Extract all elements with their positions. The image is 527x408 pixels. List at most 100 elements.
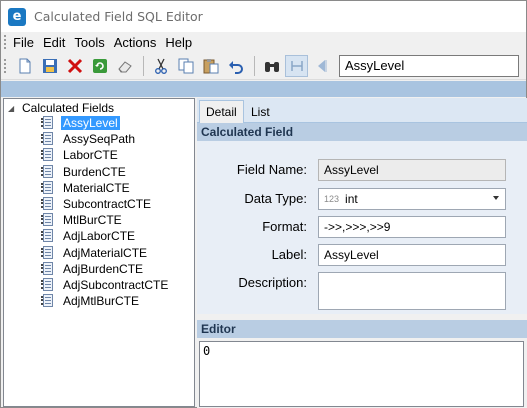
tree-item[interactable]: LaborCTE: [41, 147, 170, 163]
field-name-row: Field Name: AssyLevel: [197, 159, 527, 181]
format-label: Format:: [262, 219, 307, 234]
copy-icon: [178, 58, 193, 73]
find-button[interactable]: [260, 55, 283, 77]
calculated-field-icon: [41, 180, 54, 195]
label-input[interactable]: AssyLevel: [318, 244, 506, 266]
description-textarea[interactable]: [318, 272, 506, 310]
delete-button[interactable]: [63, 55, 86, 77]
tab-detail[interactable]: Detail: [199, 100, 244, 123]
detail-form: Field Name: AssyLevel Data Type: 123 int…: [197, 141, 527, 314]
description-label: Description:: [238, 275, 307, 290]
tree-list: AssyLevel AssySeqPath LaborCTE BurdenCTE Mat…: [41, 115, 170, 309]
new-document-icon: [19, 58, 30, 73]
tree-item[interactable]: AdjMaterialCTE: [41, 245, 170, 261]
calculated-field-icon: [41, 261, 54, 276]
toolbar-separator: [143, 55, 144, 76]
find-next-icon: [290, 60, 303, 71]
toolbar: AssyLevel: [1, 52, 526, 80]
tree-item-label: AdjBurdenCTE: [63, 261, 144, 276]
data-type-value: int: [345, 192, 358, 206]
editor-header: Editor: [197, 320, 527, 338]
tree-item[interactable]: MtlBurCTE: [41, 212, 170, 228]
title-bar: e Calculated Field SQL Editor: [1, 1, 526, 32]
tree-item-label: AdjMtlBurCTE: [63, 294, 140, 309]
field-selector-input[interactable]: AssyLevel: [339, 54, 519, 77]
copy-button[interactable]: [174, 55, 197, 77]
tree-item-label: AssyLevel: [61, 116, 120, 131]
calculated-field-icon: [41, 229, 54, 243]
field-name-label: Field Name:: [236, 162, 307, 177]
tree-item-label: AdjMaterialCTE: [63, 245, 148, 260]
app-logo-icon: e: [8, 7, 26, 26]
toolbar-grip-icon[interactable]: [4, 58, 7, 73]
menu-edit[interactable]: Edit: [43, 35, 65, 50]
undo-icon: [228, 60, 243, 74]
data-type-dropdown[interactable]: 123 int: [318, 188, 506, 210]
tab-list[interactable]: List: [245, 100, 276, 123]
refresh-icon: [92, 58, 107, 73]
tree-item-label: SubcontractCTE: [63, 197, 152, 212]
paste-icon: [203, 58, 218, 73]
tab-strip: Detail List: [197, 98, 527, 123]
sql-editor[interactable]: 0: [199, 341, 524, 407]
field-name-input[interactable]: AssyLevel: [318, 159, 506, 181]
calculated-field-icon: [41, 148, 54, 162]
label-label: Label:: [271, 247, 307, 262]
cut-icon: [154, 58, 167, 74]
calculated-field-icon: [41, 132, 54, 146]
tree-item[interactable]: AssySeqPath: [41, 131, 170, 147]
menu-help[interactable]: Help: [165, 35, 192, 50]
navigate-back-icon: [317, 59, 326, 72]
toolbar-separator: [254, 55, 255, 76]
tree-item[interactable]: AdjBurdenCTE: [41, 261, 170, 277]
paste-button[interactable]: [199, 55, 222, 77]
tree-root[interactable]: ◢ Calculated Fields: [8, 101, 116, 115]
delete-icon: [67, 58, 82, 73]
tree-item[interactable]: MaterialCTE: [41, 180, 170, 196]
save-icon: [42, 58, 57, 73]
tree-item-label: MaterialCTE: [63, 180, 130, 195]
tree-item-label: MtlBurCTE: [63, 213, 122, 228]
data-type-label: Data Type:: [244, 191, 307, 206]
refresh-button[interactable]: [88, 55, 111, 77]
tree-item[interactable]: AdjSubcontractCTE: [41, 277, 170, 293]
calculated-field-icon: [41, 197, 54, 211]
calculated-field-icon: [41, 245, 54, 260]
menu-actions[interactable]: Actions: [114, 35, 157, 50]
tree-item[interactable]: BurdenCTE: [41, 164, 170, 180]
tree-item[interactable]: AdjMtlBurCTE: [41, 293, 170, 309]
menu-bar: File Edit Tools Actions Help: [1, 32, 526, 52]
new-document-button[interactable]: [13, 55, 36, 77]
calculated-field-header: Calculated Field: [197, 123, 527, 141]
calculated-field-icon: [41, 116, 54, 130]
save-button[interactable]: [38, 55, 61, 77]
tree-item[interactable]: AdjLaborCTE: [41, 228, 170, 244]
undo-button[interactable]: [224, 55, 247, 77]
calculated-field-icon: [41, 164, 54, 179]
eraser-icon: [117, 60, 132, 72]
app-window: e Calculated Field SQL Editor File Edit …: [0, 0, 527, 408]
menu-file[interactable]: File: [13, 35, 34, 50]
format-row: Format: ->>,>>>,>>9: [197, 216, 527, 238]
description-row: Description:: [197, 272, 527, 310]
numeric-type-icon: 123: [324, 194, 340, 204]
menu-tools[interactable]: Tools: [74, 35, 104, 50]
tree-item-label: LaborCTE: [63, 148, 118, 163]
menu-grip-icon[interactable]: [4, 35, 7, 49]
find-next-button[interactable]: [285, 54, 308, 77]
calculated-fields-tree[interactable]: ◢ Calculated Fields AssyLevel AssySeqPath…: [3, 98, 195, 407]
navigate-back-button[interactable]: [310, 55, 333, 77]
tree-item[interactable]: AssyLevel: [41, 115, 170, 131]
tree-item-label: AssySeqPath: [63, 132, 136, 147]
clear-button[interactable]: [113, 55, 136, 77]
binoculars-icon: [264, 61, 279, 72]
collapse-triangle-icon[interactable]: ◢: [8, 104, 20, 113]
calculated-field-icon: [41, 277, 54, 292]
chevron-down-icon[interactable]: [493, 196, 499, 200]
format-input[interactable]: ->>,>>>,>>9: [318, 216, 506, 238]
calculated-field-icon: [41, 294, 54, 308]
tree-root-label: Calculated Fields: [22, 101, 115, 115]
cut-button[interactable]: [149, 55, 172, 77]
label-row: Label: AssyLevel: [197, 244, 527, 266]
tree-item[interactable]: SubcontractCTE: [41, 196, 170, 212]
